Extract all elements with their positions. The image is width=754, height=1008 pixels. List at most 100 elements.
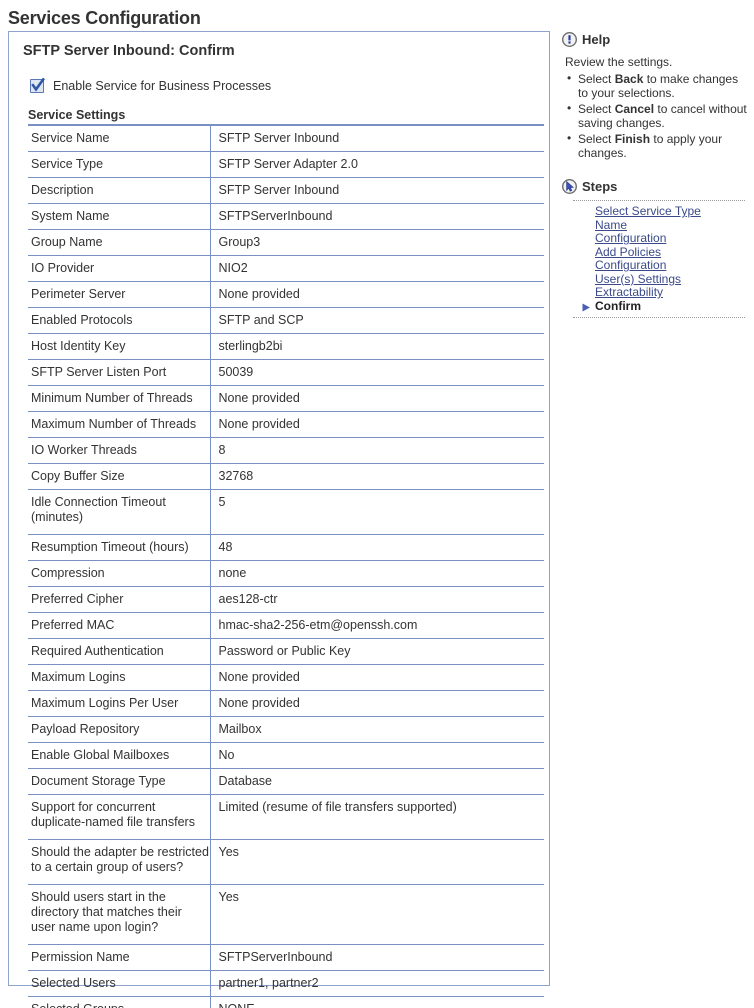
setting-value: None provided xyxy=(209,281,544,308)
setting-value: None provided xyxy=(209,690,544,717)
table-row: Perimeter Server None provided xyxy=(28,281,544,308)
steps-title: Steps xyxy=(582,179,618,194)
step-label[interactable]: Add Policies xyxy=(595,245,661,259)
setting-value: SFTPServerInbound xyxy=(209,944,544,971)
help-bullet-list: Select Back to make changes to your sele… xyxy=(562,71,748,160)
step-item-confirm: Confirm xyxy=(573,299,745,314)
setting-key: Group Name xyxy=(31,235,103,249)
service-settings-table: Service Name SFTP Server Inbound Service T… xyxy=(28,126,544,1008)
setting-key: Should the adapter be restricted to a ce… xyxy=(31,845,209,874)
setting-value: Limited (resume of file transfers suppor… xyxy=(209,794,544,840)
setting-value: aes128-ctr xyxy=(209,586,544,613)
exclamation-circle-icon xyxy=(562,32,577,47)
step-label[interactable]: Extractability xyxy=(595,285,663,299)
setting-value: None provided xyxy=(209,411,544,438)
setting-key: Compression xyxy=(31,566,105,580)
setting-key: Service Type xyxy=(31,157,104,171)
table-row: Host Identity Key sterlingb2bi xyxy=(28,333,544,360)
table-row: System Name SFTPServerInbound xyxy=(28,203,544,230)
setting-key: Support for concurrent duplicate-named f… xyxy=(31,800,195,829)
setting-value: None provided xyxy=(209,385,544,412)
setting-key: Enable Global Mailboxes xyxy=(31,748,170,762)
table-row: IO Worker Threads 8 xyxy=(28,437,544,464)
setting-key: Permission Name xyxy=(31,950,130,964)
table-row: Enable Global Mailboxes No xyxy=(28,742,544,769)
help-intro: Review the settings. xyxy=(565,55,673,69)
help-bullet-pre: Select xyxy=(578,132,615,146)
setting-key: Enabled Protocols xyxy=(31,313,133,327)
setting-value: SFTP Server Adapter 2.0 xyxy=(209,151,544,178)
panel-title: SFTP Server Inbound: Confirm xyxy=(23,43,235,59)
table-row: SFTP Server Listen Port 50039 xyxy=(28,359,544,386)
table-row: Copy Buffer Size 32768 xyxy=(28,463,544,490)
table-row: Preferred MAC hmac-sha2-256-etm@openssh.c… xyxy=(28,612,544,639)
setting-key: Selected Users xyxy=(31,976,116,990)
setting-value: Yes xyxy=(209,884,544,945)
step-label[interactable]: Configuration xyxy=(595,231,666,245)
setting-value: 32768 xyxy=(209,463,544,490)
setting-key: Selected Groups xyxy=(28,997,210,1008)
step-item-configuration[interactable]: Configuration xyxy=(573,231,745,246)
help-bullet-pre: Select xyxy=(578,72,615,86)
step-item-user-s-settings[interactable]: User(s) Settings xyxy=(573,272,745,287)
setting-value: 8 xyxy=(209,437,544,464)
step-label[interactable]: User(s) Settings xyxy=(595,272,681,286)
table-row: Payload Repository Mailbox xyxy=(28,716,544,743)
setting-value: SFTPServerInbound xyxy=(209,203,544,230)
table-row: Permission Name SFTPServerInbound xyxy=(28,944,544,971)
help-header: Help xyxy=(562,32,748,47)
page-title: Services Configuration xyxy=(8,8,201,28)
arrow-right-icon xyxy=(582,302,591,311)
setting-value: hmac-sha2-256-etm@openssh.com xyxy=(209,612,544,639)
step-item-select-service-type[interactable]: Select Service Type xyxy=(573,204,745,219)
setting-key: Minimum Number of Threads xyxy=(31,391,193,405)
step-label[interactable]: Select Service Type xyxy=(595,204,701,218)
setting-key: Idle Connection Timeout (minutes) xyxy=(31,495,166,524)
table-row: Maximum Number of Threads None provided xyxy=(28,411,544,438)
setting-key: Description xyxy=(31,183,94,197)
enable-service-row[interactable]: Enable Service for Business Processes xyxy=(30,77,537,93)
help-title: Help xyxy=(582,32,611,47)
setting-value: 48 xyxy=(209,534,544,561)
table-row: Idle Connection Timeout (minutes) 5 xyxy=(28,489,544,535)
help-bullet-action: Back xyxy=(614,72,644,86)
table-row: Should users start in the directory that… xyxy=(28,884,544,945)
setting-value: Group3 xyxy=(209,229,544,256)
table-row: Description SFTP Server Inbound xyxy=(28,177,544,204)
section-header-service-settings: Service Settings xyxy=(28,108,544,126)
setting-value: 50039 xyxy=(209,359,544,386)
step-label[interactable]: Name xyxy=(595,218,627,232)
help-bullet-action: Finish xyxy=(614,132,651,146)
table-row: Service Name SFTP Server Inbound xyxy=(28,126,544,152)
help-bullet: Select Back to make changes to your sele… xyxy=(567,71,748,100)
setting-value: SFTP Server Inbound xyxy=(209,126,544,152)
step-label[interactable]: Configuration xyxy=(595,258,666,272)
setting-key: Host Identity Key xyxy=(31,339,126,353)
enable-service-checkbox[interactable] xyxy=(30,77,46,93)
setting-key: Required Authentication xyxy=(31,644,164,658)
step-item-name[interactable]: Name xyxy=(573,218,745,233)
setting-key: Document Storage Type xyxy=(31,774,166,788)
table-row: Enabled Protocols SFTP and SCP xyxy=(28,307,544,334)
step-item-configuration[interactable]: Configuration xyxy=(573,258,745,273)
step-item-add-policies[interactable]: Add Policies xyxy=(573,245,745,260)
setting-key: Preferred Cipher xyxy=(31,592,124,606)
setting-key: Maximum Logins Per User xyxy=(31,696,179,710)
table-row: Document Storage Type Database xyxy=(28,768,544,795)
table-row: Compression none xyxy=(28,560,544,587)
setting-value: SFTP and SCP xyxy=(209,307,544,334)
setting-key: Copy Buffer Size xyxy=(31,469,125,483)
setting-value: Password or Public Key xyxy=(209,638,544,665)
help-bullet: Select Finish to apply your changes. xyxy=(567,131,748,160)
setting-key: IO Provider xyxy=(31,261,95,275)
setting-key: Resumption Timeout (hours) xyxy=(31,540,189,554)
setting-value: None provided xyxy=(209,664,544,691)
table-row: Preferred Cipher aes128-ctr xyxy=(28,586,544,613)
table-row: Maximum Logins None provided xyxy=(28,664,544,691)
step-item-extractability[interactable]: Extractability xyxy=(573,285,745,300)
help-bullet-pre: Select xyxy=(578,102,615,116)
wizard-panel: SFTP Server Inbound: Confirm Enable Serv… xyxy=(8,31,550,1008)
setting-value: Yes xyxy=(209,839,544,885)
table-row: Maximum Logins Per User None provided xyxy=(28,690,544,717)
setting-key: SFTP Server Listen Port xyxy=(31,365,167,379)
